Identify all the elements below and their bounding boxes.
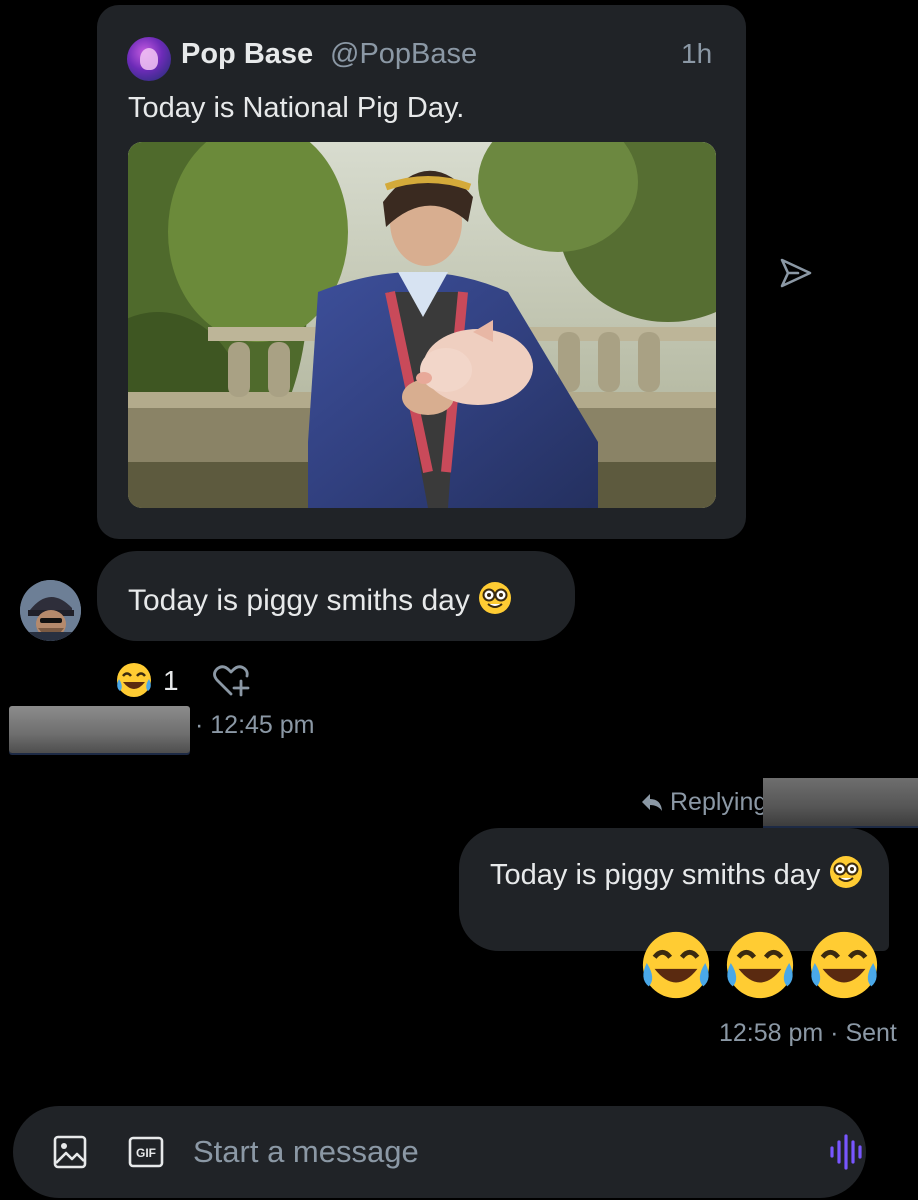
voice-message-icon[interactable] xyxy=(828,1133,866,1171)
nerd-face-emoji-icon xyxy=(479,582,512,614)
add-reaction-heart-icon[interactable] xyxy=(210,661,252,699)
redacted-reply-target xyxy=(763,778,918,826)
tweet-timestamp: 1h xyxy=(681,38,713,69)
gif-label: GIF xyxy=(136,1146,156,1160)
tweet-photo[interactable] xyxy=(128,142,716,508)
tears-of-joy-emoji-icon xyxy=(642,931,710,999)
received-message-text: Today is piggy smiths day xyxy=(128,581,512,618)
gif-icon[interactable]: GIF xyxy=(128,1136,164,1168)
reaction-count: 1 xyxy=(163,665,179,696)
tweet-author-name[interactable]: Pop Base xyxy=(181,38,313,71)
received-message-time: · 12:45 pm xyxy=(195,711,315,739)
sender-avatar[interactable] xyxy=(20,580,81,641)
nerd-face-emoji-icon xyxy=(829,856,862,888)
tears-of-joy-emoji-icon xyxy=(810,931,878,999)
redacted-sender-name xyxy=(9,706,190,753)
pop-base-avatar[interactable] xyxy=(127,37,171,81)
message-input[interactable] xyxy=(193,1130,793,1174)
man-holding-piglet-photo xyxy=(128,142,716,508)
tweet-author-handle: @PopBase xyxy=(330,38,478,70)
received-message-body: Today is piggy smiths day xyxy=(128,584,470,617)
reply-arrow-icon xyxy=(642,794,662,811)
sent-message-text: Today is piggy smiths day xyxy=(490,855,863,892)
share-send-icon[interactable] xyxy=(778,256,814,290)
big-emoji-row xyxy=(637,928,883,1002)
tears-of-joy-emoji-icon xyxy=(726,931,794,999)
tweet-text: Today is National Pig Day. xyxy=(128,92,465,124)
sent-message-status: 12:58 pm · Sent xyxy=(719,1019,897,1047)
tears-of-joy-reaction-icon[interactable] xyxy=(114,660,154,700)
sent-message-body: Today is piggy smiths day xyxy=(490,859,821,891)
replying-label: Replying xyxy=(670,788,768,816)
image-icon[interactable] xyxy=(52,1134,88,1170)
